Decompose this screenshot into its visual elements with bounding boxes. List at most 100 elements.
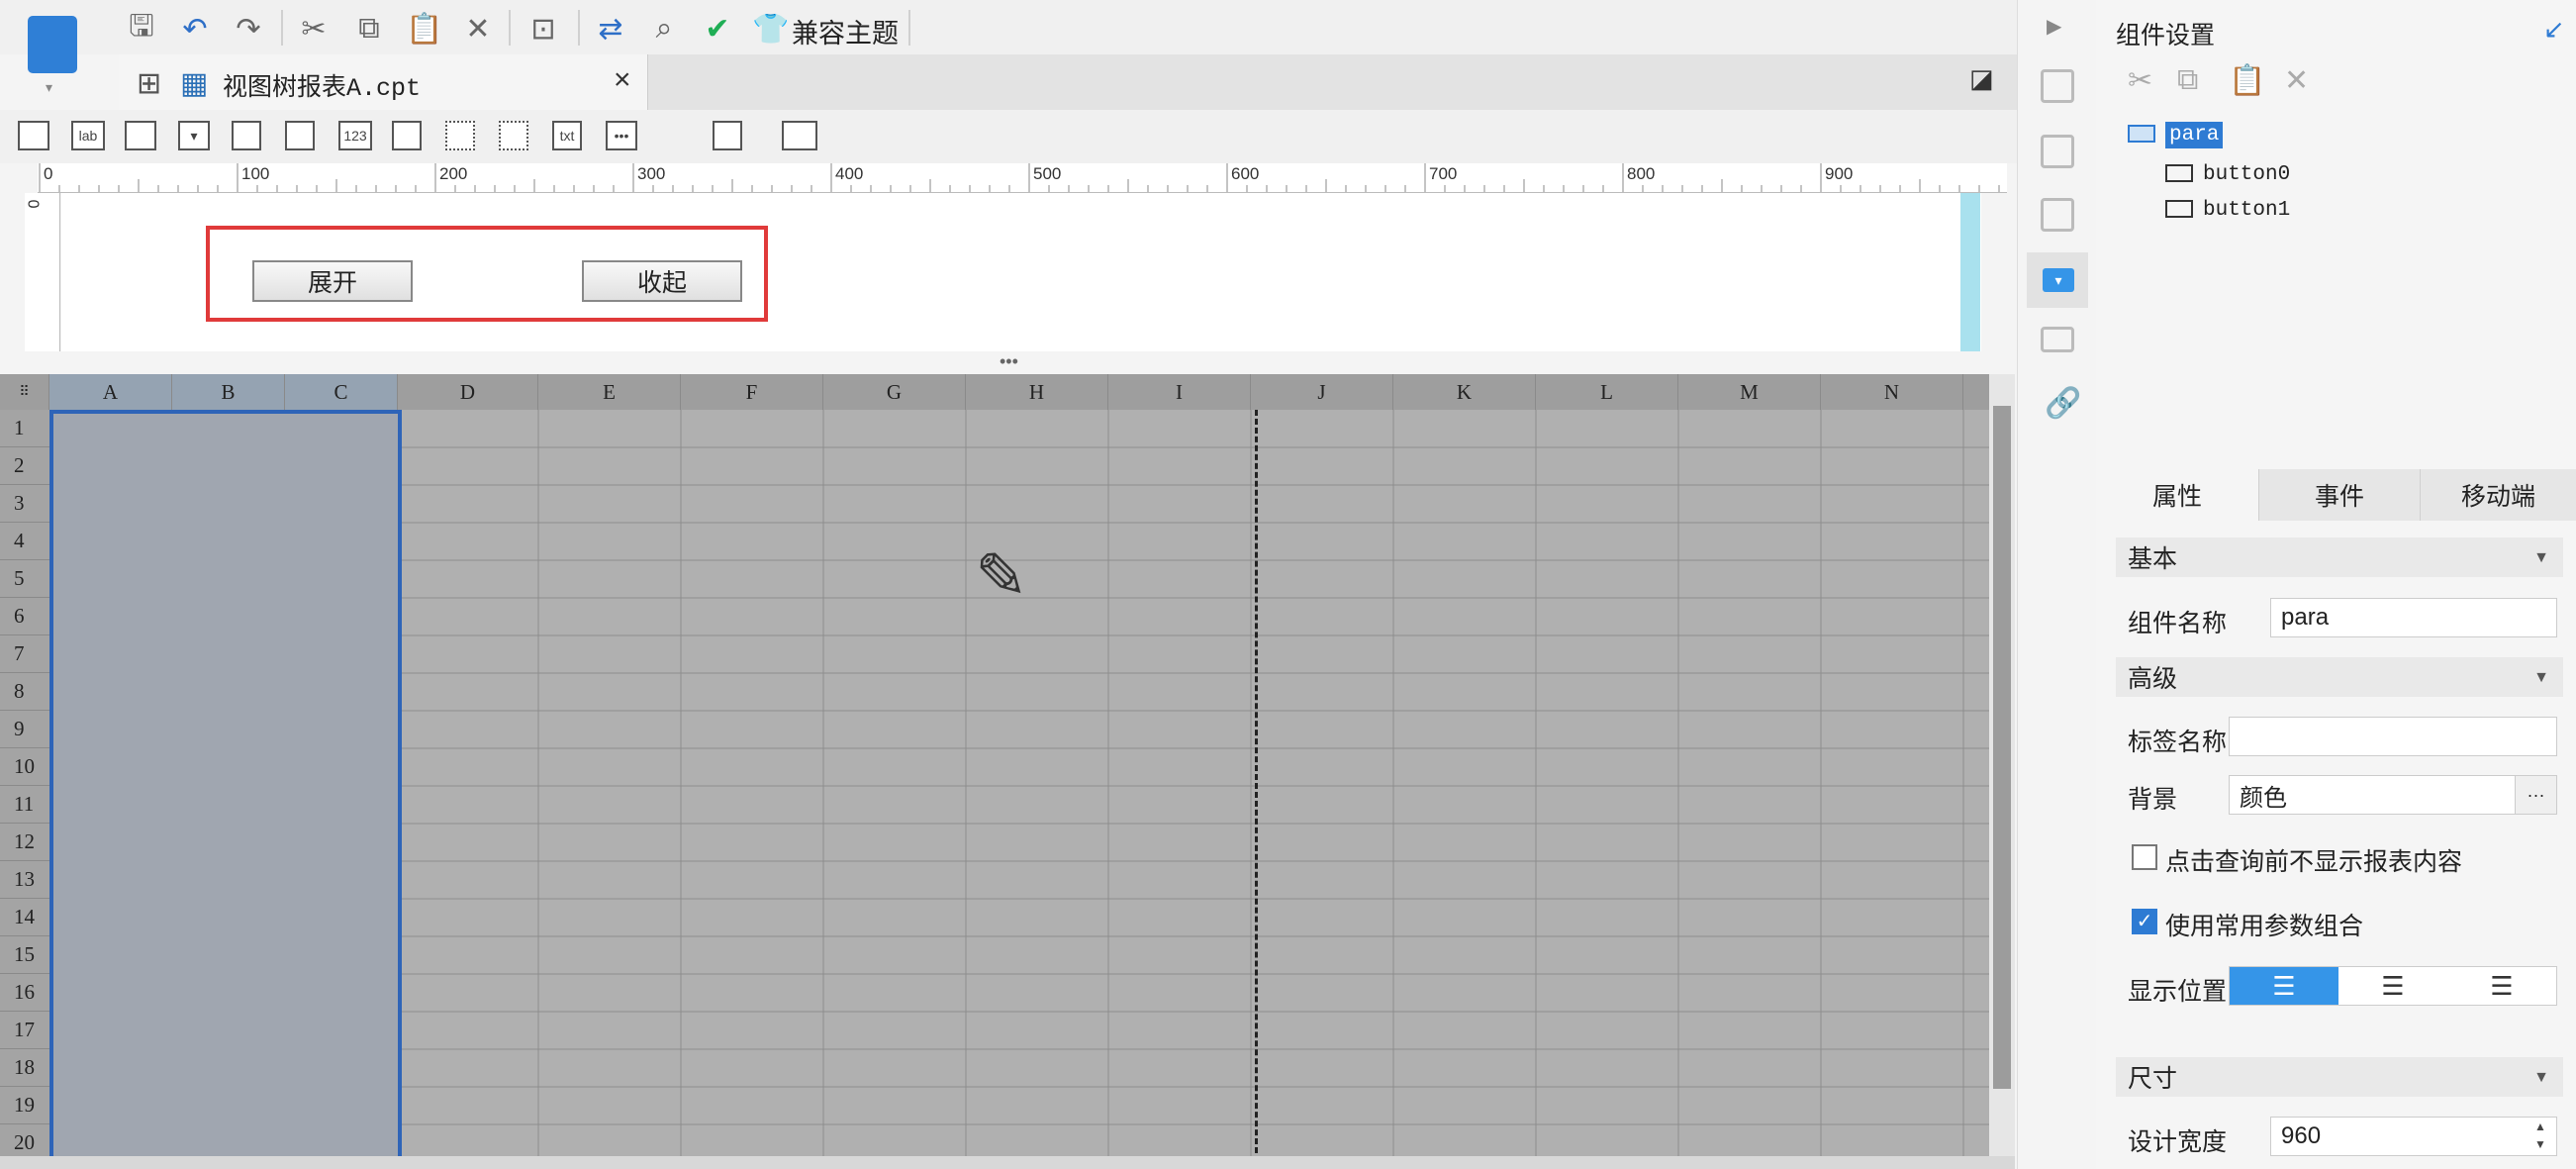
- use-common-param-checkbox[interactable]: ✓: [2132, 909, 2157, 934]
- row-header-13[interactable]: 13: [0, 861, 49, 899]
- section-advanced[interactable]: 高级 ▼: [2116, 657, 2563, 697]
- row-header-12[interactable]: 12: [0, 824, 49, 861]
- close-icon[interactable]: ×: [614, 63, 631, 97]
- info-layout-icon[interactable]: [2041, 135, 2074, 168]
- hide-before-query-checkbox[interactable]: [2132, 844, 2157, 870]
- paste-icon[interactable]: 📋: [404, 8, 445, 49]
- tab-mobile[interactable]: 移动端: [2421, 469, 2576, 521]
- radio-group-widget-icon[interactable]: [445, 121, 475, 150]
- row-header-17[interactable]: 17: [0, 1012, 49, 1049]
- column-header-b[interactable]: B: [172, 374, 285, 410]
- calendar-widget-icon[interactable]: [285, 121, 315, 150]
- row-header-8[interactable]: 8: [0, 673, 49, 711]
- stepper-icon[interactable]: ▲ ▼: [2527, 1118, 2554, 1155]
- panel-delete-icon[interactable]: ✕: [2284, 63, 2309, 98]
- section-basic[interactable]: 基本 ▼: [2116, 537, 2563, 577]
- row-header-16[interactable]: 16: [0, 974, 49, 1012]
- column-header-d[interactable]: D: [398, 374, 538, 410]
- column-header-i[interactable]: I: [1108, 374, 1251, 410]
- row-header-4[interactable]: 4: [0, 523, 49, 560]
- row-header-1[interactable]: 1: [0, 410, 49, 447]
- section-size[interactable]: 尺寸 ▼: [2116, 1057, 2563, 1097]
- checkbox-widget-icon[interactable]: [659, 121, 689, 150]
- row-header-7[interactable]: 7: [0, 635, 49, 673]
- check-icon[interactable]: ✔: [697, 8, 738, 49]
- column-header-c[interactable]: C: [285, 374, 398, 410]
- widget-name-input[interactable]: para: [2270, 598, 2557, 637]
- design-width-input[interactable]: 960 ▲ ▼: [2270, 1117, 2557, 1156]
- row-header-14[interactable]: 14: [0, 899, 49, 936]
- tab-properties[interactable]: 属性: [2096, 469, 2259, 521]
- combobox-widget-icon[interactable]: ▾: [178, 121, 210, 150]
- shirt-icon[interactable]: 👕: [750, 8, 792, 49]
- align-left-icon[interactable]: ☰: [2230, 967, 2338, 1005]
- undo-icon[interactable]: ↶: [174, 8, 216, 49]
- button-widget-icon[interactable]: [18, 121, 49, 150]
- form-icon[interactable]: [2041, 327, 2074, 352]
- column-header-g[interactable]: G: [823, 374, 966, 410]
- column-header-a[interactable]: A: [49, 374, 172, 410]
- row-header-6[interactable]: 6: [0, 598, 49, 635]
- grid-icon[interactable]: ⊞: [137, 66, 161, 101]
- textbox-widget-icon[interactable]: [125, 121, 156, 150]
- tab-events[interactable]: 事件: [2259, 469, 2421, 521]
- frame-icon[interactable]: [2041, 198, 2074, 232]
- delete-icon[interactable]: ✕: [457, 8, 499, 49]
- selected-range[interactable]: [49, 410, 402, 1161]
- row-header-5[interactable]: 5: [0, 560, 49, 598]
- password-widget-icon[interactable]: •••: [606, 121, 637, 150]
- layout-icon[interactable]: [2041, 69, 2074, 103]
- background-select[interactable]: 颜色 ···: [2229, 775, 2557, 815]
- row-header-3[interactable]: 3: [0, 485, 49, 523]
- redo-icon[interactable]: ↷: [228, 8, 269, 49]
- text-widget-icon[interactable]: txt: [552, 121, 582, 150]
- textarea-widget-icon[interactable]: [392, 121, 422, 150]
- row-header-15[interactable]: 15: [0, 936, 49, 974]
- theme-button-label[interactable]: 兼容主题: [792, 12, 899, 50]
- checkbox-group-widget-icon[interactable]: [499, 121, 528, 150]
- panel-paste-icon[interactable]: 📋: [2229, 63, 2265, 98]
- collapse-button[interactable]: 收起: [582, 260, 742, 302]
- copy-icon[interactable]: ⧉: [348, 8, 390, 49]
- widget-settings-icon[interactable]: ▾: [2043, 268, 2074, 292]
- app-logo-icon[interactable]: [28, 16, 77, 73]
- logo-dropdown-icon[interactable]: ▾: [46, 79, 52, 96]
- date-widget-icon[interactable]: [232, 121, 261, 150]
- select-all-corner[interactable]: ⠿: [0, 374, 49, 410]
- tag-name-input[interactable]: [2229, 717, 2557, 756]
- column-header-n[interactable]: N: [1821, 374, 1963, 410]
- column-header-f[interactable]: F: [681, 374, 823, 410]
- tree-node-button0[interactable]: button0: [2165, 163, 2290, 186]
- column-header-h[interactable]: H: [966, 374, 1108, 410]
- tab-file[interactable]: ⊞ ▦ 视图树报表A.cpt ×: [119, 54, 648, 110]
- align-right-icon[interactable]: ☰: [2447, 967, 2556, 1005]
- tree-widget-icon[interactable]: [713, 121, 742, 150]
- swap-icon[interactable]: ⇄: [590, 8, 631, 49]
- row-header-19[interactable]: 19: [0, 1087, 49, 1124]
- more-options-button[interactable]: ···: [2515, 776, 2556, 814]
- cut-icon[interactable]: ✂: [293, 8, 334, 49]
- column-header-l[interactable]: L: [1536, 374, 1678, 410]
- save-icon[interactable]: 🖫: [121, 8, 162, 49]
- text-preview-icon[interactable]: ⊡: [523, 8, 564, 49]
- tree-root[interactable]: para: [2128, 122, 2224, 148]
- more-widgets-icon[interactable]: [782, 121, 817, 150]
- spreadsheet-grid[interactable]: ⠿ ABCDEFGHIJKLMN 1 2 3 4 5 6 7 8 9 10 11 12 13 14 15 16…: [0, 374, 1989, 1161]
- column-header-j[interactable]: J: [1251, 374, 1393, 410]
- column-header-e[interactable]: E: [538, 374, 681, 410]
- column-header-k[interactable]: K: [1393, 374, 1536, 410]
- row-header-2[interactable]: 2: [0, 447, 49, 485]
- expand-button[interactable]: 展开: [252, 260, 413, 302]
- panel-copy-icon[interactable]: ⧉: [2177, 63, 2198, 97]
- horizontal-scrollbar[interactable]: [0, 1156, 2015, 1169]
- row-header-9[interactable]: 9: [0, 711, 49, 748]
- collapse-arrow-icon[interactable]: ▶: [2047, 14, 2061, 39]
- tab-menu-icon[interactable]: ◪: [1969, 63, 1994, 94]
- row-header-11[interactable]: 11: [0, 786, 49, 824]
- pin-icon[interactable]: ↙: [2543, 14, 2565, 45]
- number-widget-icon[interactable]: 123: [338, 121, 372, 150]
- row-header-10[interactable]: 10: [0, 748, 49, 786]
- vertical-scrollbar-thumb[interactable]: [1993, 406, 2011, 1089]
- link-icon[interactable]: 🔗: [2045, 386, 2081, 421]
- row-header-18[interactable]: 18: [0, 1049, 49, 1087]
